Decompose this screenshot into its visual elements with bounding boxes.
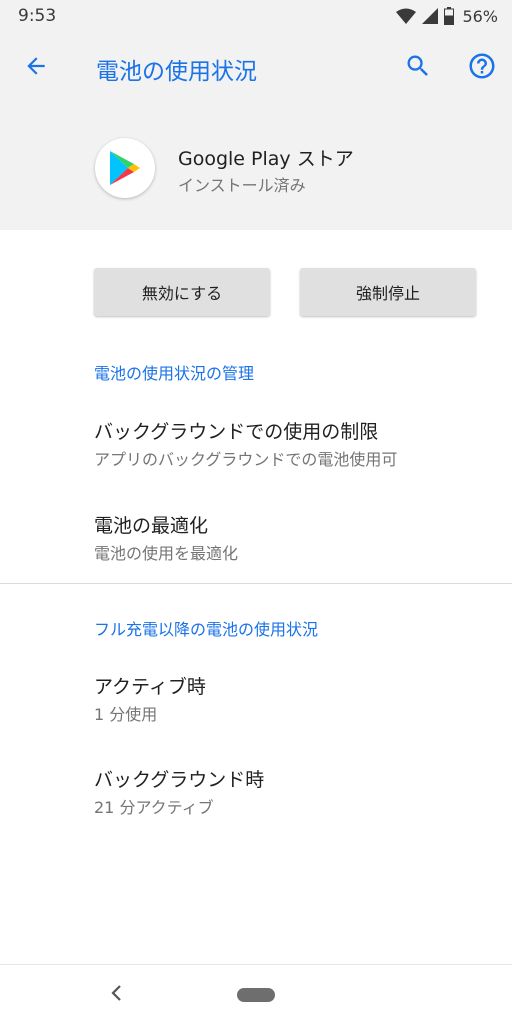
battery-usage-screen: 9:53 56% 電池の使用状況 Google Play ストア インストール済… [0,0,512,1024]
nav-back-button[interactable] [104,981,128,1009]
app-install-status: インストール済み [178,176,306,195]
help-icon [467,51,497,85]
pref-title: バックグラウンド時 [94,769,265,791]
battery-percent: 56% [462,6,498,26]
page-title: 電池の使用状況 [96,59,257,85]
help-button[interactable] [460,46,504,90]
status-time: 9:53 [18,6,57,26]
pref-title: 電池の最適化 [94,515,209,537]
cell-signal-icon [422,8,439,24]
status-bar: 9:53 56% [0,0,512,32]
wifi-icon [396,8,417,24]
pref-summary: 電池の使用を最適化 [94,544,239,563]
pref-summary: 1 分使用 [94,705,158,724]
status-icons: 56% [396,5,498,27]
pref-title: アクティブ時 [94,676,206,698]
disable-button[interactable]: 無効にする [94,268,270,316]
app-name: Google Play ストア [178,148,354,170]
back-button[interactable] [14,46,58,90]
pref-title: バックグラウンドでの使用の制限 [94,421,379,443]
section-header-since-full-charge: フル充電以降の電池の使用状況 [94,620,319,639]
search-button[interactable] [396,46,440,90]
app-bar: 電池の使用状況 [0,32,512,104]
chevron-left-icon [110,984,122,1006]
navigation-bar [0,964,512,1024]
battery-icon [444,7,455,25]
pref-summary: アプリのバックグラウンドでの電池使用可 [94,450,398,469]
arrow-back-icon [23,53,49,83]
search-icon [404,52,432,84]
app-header: Google Play ストア インストール済み [0,104,512,230]
google-play-icon [95,138,155,198]
force-stop-button[interactable]: 強制停止 [300,268,476,316]
pref-summary: 21 分アクティブ [94,798,214,817]
nav-home-pill[interactable] [237,988,275,1002]
section-header-management: 電池の使用状況の管理 [94,364,255,383]
section-divider [0,583,512,584]
